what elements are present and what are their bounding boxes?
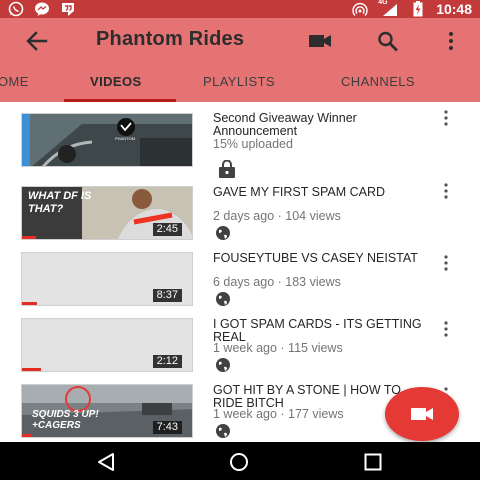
hangouts-icon <box>62 3 74 16</box>
status-bar: 4G 10:48 <box>0 0 480 18</box>
hotspot-icon <box>352 2 368 16</box>
video-thumbnail[interactable]: SQUIDS 3 UP! +CAGERS 7:43 <box>21 384 193 438</box>
watch-progress-bar <box>22 302 38 305</box>
tab-channels[interactable]: CHANNELS <box>341 74 415 89</box>
tab-bar: OME VIDEOS PLAYLISTS CHANNELS <box>0 68 480 102</box>
back-triangle-icon[interactable] <box>96 452 116 472</box>
toolbar: Phantom Rides <box>0 18 480 62</box>
home-circle-icon[interactable] <box>229 452 249 472</box>
back-arrow-icon[interactable] <box>24 28 50 54</box>
thumbnail-image <box>22 114 192 166</box>
video-item[interactable]: WHAT DF IS THAT? 2:45 GAVE MY FIRST SPAM… <box>0 175 480 241</box>
duration-badge: 8:37 <box>152 289 182 302</box>
more-vert-icon[interactable] <box>440 183 452 199</box>
video-item[interactable]: PHANTOM Second Giveaway Winner Announcem… <box>0 102 480 178</box>
more-vert-icon[interactable] <box>440 110 452 126</box>
watch-progress-bar <box>22 236 36 239</box>
video-title[interactable]: FOUSEYTUBE VS CASEY NEISTAT <box>213 252 428 265</box>
recents-square-icon[interactable] <box>363 452 383 472</box>
tab-playlists[interactable]: PLAYLISTS <box>203 74 275 89</box>
video-thumbnail[interactable]: 2:12 <box>21 318 193 372</box>
clock: 10:48 <box>436 1 472 17</box>
signal-icon: 4G <box>378 0 400 17</box>
system-navigation-bar <box>0 442 480 480</box>
globe-icon <box>216 226 230 240</box>
video-meta: 1 week ago · 115 views <box>213 341 343 355</box>
battery-charging-icon <box>413 1 423 17</box>
video-meta: 2 days ago · 104 views <box>213 209 341 223</box>
watch-progress-bar <box>22 434 33 437</box>
video-thumbnail[interactable]: WHAT DF IS THAT? 2:45 <box>21 186 193 240</box>
notification-icons <box>8 1 76 17</box>
duration-badge: 2:45 <box>152 223 182 236</box>
duration-badge: 7:43 <box>152 421 182 434</box>
messenger-icon <box>35 2 49 16</box>
thumbnail-caption: WHAT DF IS THAT? <box>28 190 92 215</box>
upload-progress-text: 15% uploaded <box>213 137 293 151</box>
video-thumbnail[interactable]: PHANTOM <box>21 113 193 167</box>
video-camera-icon[interactable] <box>308 30 332 52</box>
video-camera-icon <box>411 408 433 420</box>
video-item[interactable]: 8:37 FOUSEYTUBE VS CASEY NEISTAT 6 days … <box>0 241 480 307</box>
video-thumbnail[interactable]: 8:37 <box>21 252 193 306</box>
tab-home[interactable]: OME <box>0 74 29 89</box>
more-vert-icon[interactable] <box>440 321 452 337</box>
globe-icon <box>216 292 230 306</box>
page-title: Phantom Rides <box>96 28 245 50</box>
video-meta: 6 days ago · 183 views <box>213 275 341 289</box>
more-vert-icon[interactable] <box>439 30 463 52</box>
tab-videos[interactable]: VIDEOS <box>90 74 142 89</box>
thumbnail-logo-text: PHANTOM <box>115 136 135 141</box>
upload-video-fab[interactable] <box>385 387 459 441</box>
more-vert-icon[interactable] <box>440 255 452 271</box>
duration-badge: 2:12 <box>152 355 182 368</box>
watch-progress-bar <box>22 368 41 371</box>
whatsapp-icon <box>8 1 24 17</box>
thumbnail-caption: SQUIDS 3 UP! +CAGERS <box>32 409 99 431</box>
system-icons: 4G 10:48 <box>352 0 472 18</box>
video-title[interactable]: GAVE MY FIRST SPAM CARD <box>213 186 428 199</box>
app-bar: Phantom Rides OME VIDEOS PLAYLISTS CHANN… <box>0 18 480 102</box>
globe-icon <box>216 358 230 372</box>
video-title[interactable]: Second Giveaway Winner Announcement <box>213 112 428 138</box>
search-icon[interactable] <box>376 30 400 52</box>
video-meta: 1 week ago · 177 views <box>213 407 344 421</box>
globe-icon <box>216 424 230 438</box>
video-item[interactable]: 2:12 I GOT SPAM CARDS - ITS GETTING REAL… <box>0 307 480 373</box>
